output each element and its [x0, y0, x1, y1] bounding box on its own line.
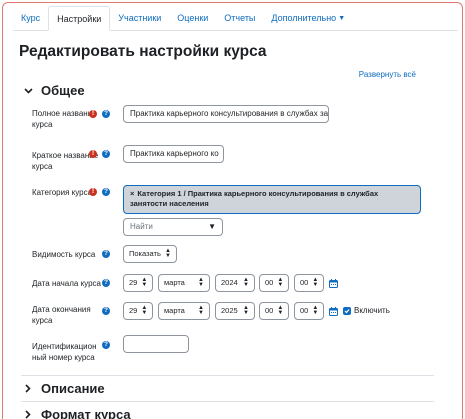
- required-icon: !: [89, 150, 97, 158]
- chevron-down-icon: ▼: [338, 15, 346, 22]
- section-divider: [21, 401, 434, 402]
- enddate-day: 29: [129, 306, 138, 315]
- select-arrows-icon: ▲ ▼: [243, 305, 249, 316]
- expand-all-link[interactable]: Развернуть всё: [359, 70, 416, 79]
- required-icon: !: [89, 188, 97, 196]
- calendar-icon[interactable]: [329, 307, 338, 316]
- help-icon[interactable]: ?: [102, 150, 110, 158]
- startdate-day-select[interactable]: 29 ▲ ▼: [123, 274, 153, 292]
- startdate-hour: 00: [265, 278, 274, 287]
- required-icon: !: [89, 110, 97, 118]
- select-arrows-icon: ▲ ▼: [277, 277, 284, 288]
- fullname-input[interactable]: Практика карьерного консультирования в с…: [123, 105, 329, 123]
- startdate-month-select[interactable]: марта ▲ ▼: [158, 274, 210, 292]
- category-selected-chip[interactable]: × Категория 1 / Практика карьерного консу…: [123, 185, 421, 214]
- dropdown-arrow-icon: ▼: [208, 222, 216, 231]
- help-icon[interactable]: ?: [102, 307, 110, 315]
- section-general-header[interactable]: Общее: [23, 83, 85, 98]
- course-settings-frame: Курс Настройки Участники Оценки Отчеты Д…: [2, 2, 463, 419]
- startdate-label: Дата начала курса: [32, 279, 101, 288]
- category-selected-text: Категория 1 / Практика карьерного консул…: [130, 189, 379, 208]
- select-arrows-icon: ▲ ▼: [165, 248, 171, 259]
- select-arrows-icon: ▲ ▼: [141, 305, 148, 316]
- chevron-right-icon: [23, 410, 33, 419]
- section-description-header[interactable]: Описание: [23, 381, 105, 396]
- tab-course[interactable]: Курс: [13, 6, 48, 30]
- idnumber-input[interactable]: [123, 335, 189, 353]
- tab-reports[interactable]: Отчеты: [216, 6, 263, 30]
- category-search-select[interactable]: Найти ▼: [123, 218, 223, 236]
- visibility-label: Видимость курса: [32, 250, 96, 259]
- category-label: Категория курса: [32, 188, 93, 197]
- help-icon[interactable]: ?: [102, 279, 110, 287]
- category-search-placeholder: Найти: [130, 222, 153, 231]
- tab-more[interactable]: Дополнительно ▼: [263, 6, 353, 30]
- enddate-enable-checkbox[interactable]: [343, 307, 351, 315]
- select-arrows-icon: ▲ ▼: [312, 277, 319, 288]
- enddate-month: марта: [164, 306, 185, 315]
- idnumber-label: Идентификационный номер курса: [32, 342, 97, 362]
- help-icon[interactable]: ?: [102, 110, 110, 118]
- select-arrows-icon: ▲ ▼: [198, 277, 204, 288]
- page-title: Редактировать настройки курса: [19, 43, 267, 60]
- help-icon[interactable]: ?: [102, 188, 110, 196]
- startdate-month: марта: [164, 278, 185, 287]
- enddate-year: 2025: [221, 306, 238, 315]
- section-format-header[interactable]: Формат курса: [23, 407, 131, 419]
- enddate-month-select[interactable]: марта ▲ ▼: [158, 302, 210, 320]
- chevron-down-icon: [23, 86, 33, 96]
- calendar-icon[interactable]: [329, 279, 338, 288]
- tab-more-label: Дополнительно: [271, 13, 337, 23]
- help-icon[interactable]: ?: [102, 341, 110, 349]
- help-icon[interactable]: ?: [102, 250, 110, 258]
- section-general-title: Общее: [41, 83, 85, 98]
- tab-grades[interactable]: Оценки: [169, 6, 216, 30]
- secondary-navigation: Курс Настройки Участники Оценки Отчеты Д…: [13, 5, 458, 31]
- select-arrows-icon: ▲ ▼: [277, 305, 284, 316]
- select-arrows-icon: ▲ ▼: [141, 277, 148, 288]
- select-arrows-icon: ▲ ▼: [312, 305, 319, 316]
- check-icon: [344, 309, 350, 314]
- tab-participants[interactable]: Участники: [110, 6, 169, 30]
- startdate-minute-select[interactable]: 00 ▲ ▼: [294, 274, 324, 292]
- startdate-year: 2024: [221, 278, 238, 287]
- startdate-day: 29: [129, 278, 138, 287]
- enddate-year-select[interactable]: 2025 ▲ ▼: [215, 302, 255, 320]
- select-arrows-icon: ▲ ▼: [243, 277, 249, 288]
- shortname-input[interactable]: Практика карьерного ко: [123, 145, 224, 163]
- visibility-value: Показать: [129, 249, 161, 258]
- section-format-title: Формат курса: [41, 407, 131, 419]
- visibility-select[interactable]: Показать ▲ ▼: [123, 245, 177, 263]
- select-arrows-icon: ▲ ▼: [198, 305, 204, 316]
- enddate-enable-label[interactable]: Включить: [354, 306, 390, 315]
- section-description-title: Описание: [41, 381, 105, 396]
- tab-settings[interactable]: Настройки: [48, 6, 111, 31]
- remove-icon[interactable]: ×: [130, 189, 134, 198]
- startdate-hour-select[interactable]: 00 ▲ ▼: [259, 274, 289, 292]
- enddate-label: Дата окончания курса: [32, 305, 91, 325]
- chevron-right-icon: [23, 384, 33, 394]
- enddate-minute: 00: [300, 306, 309, 315]
- startdate-year-select[interactable]: 2024 ▲ ▼: [215, 274, 255, 292]
- enddate-day-select[interactable]: 29 ▲ ▼: [123, 302, 153, 320]
- enddate-hour: 00: [265, 306, 274, 315]
- enddate-hour-select[interactable]: 00 ▲ ▼: [259, 302, 289, 320]
- enddate-minute-select[interactable]: 00 ▲ ▼: [294, 302, 324, 320]
- section-divider: [21, 375, 434, 376]
- startdate-minute: 00: [300, 278, 309, 287]
